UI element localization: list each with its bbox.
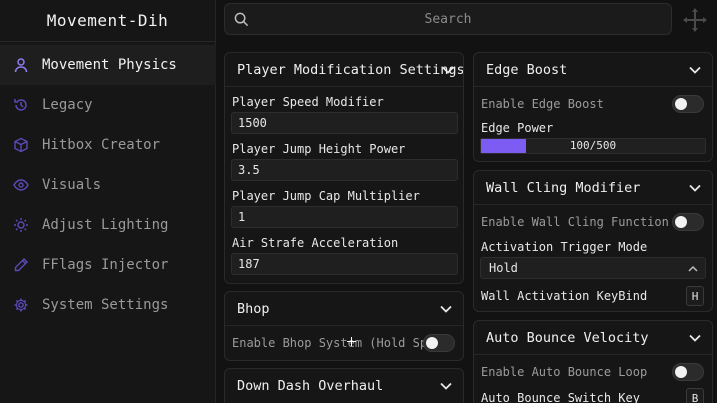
chevron-down-icon[interactable] (441, 63, 455, 81)
bhop-toggle[interactable] (423, 334, 455, 352)
field-label: Edge Power (481, 121, 554, 135)
chevron-up-icon (687, 263, 699, 278)
sidebar-item-movement-physics[interactable]: Movement Physics (0, 45, 216, 85)
chevron-down-icon[interactable] (439, 379, 453, 397)
app-title: Movement-Dih (0, 0, 215, 42)
sidebar-item-fflags-injector[interactable]: FFlags Injector (0, 245, 216, 285)
auto-bounce-panel: Auto Bounce Velocity Enable Auto Bounce … (473, 320, 713, 403)
search-input[interactable] (225, 4, 671, 34)
sidebar-item-system-settings[interactable]: System Settings (0, 285, 216, 325)
chevron-down-icon[interactable] (688, 181, 702, 199)
sidebar-item-adjust-lighting[interactable]: Adjust Lighting (0, 205, 216, 245)
field-label: Player Speed Modifier (232, 95, 384, 109)
panel-title: Down Dash Overhaul (237, 378, 384, 394)
sidebar-item-label: Movement Physics (42, 57, 177, 73)
jump-height-input[interactable]: 3.5 (231, 159, 458, 181)
history-icon (12, 96, 30, 114)
sidebar-item-label: Legacy (42, 97, 93, 113)
player-speed-input[interactable]: 1500 (231, 112, 458, 134)
edge-power-slider[interactable]: 100/500 (480, 138, 706, 154)
toggle-knob (426, 337, 438, 349)
sidebar: Movement-Dih Movement Physics Legacy Hit… (0, 0, 216, 403)
player-modification-header[interactable]: Player Modification Settings (225, 53, 463, 87)
trigger-mode-select[interactable]: Hold (480, 257, 706, 279)
toggle-label: Enable Auto Bounce Loop (481, 365, 648, 379)
down-dash-header[interactable]: Down Dash Overhaul (225, 369, 463, 403)
jump-cap-input[interactable]: 1 (231, 206, 458, 228)
wall-cling-panel: Wall Cling Modifier Enable Wall Cling Fu… (473, 170, 713, 312)
field-label: Auto Bounce Switch Key (481, 391, 640, 403)
sidebar-item-label: Adjust Lighting (42, 217, 169, 233)
panel-title: Player Modification Settings (237, 61, 463, 78)
field-label: Activation Trigger Mode (481, 240, 648, 254)
wall-keybind-button[interactable]: H (686, 286, 704, 306)
sidebar-item-legacy[interactable]: Legacy (0, 85, 216, 125)
search-icon (234, 12, 249, 31)
cube-icon (12, 136, 30, 154)
bhop-panel: Bhop Enable Bhop System (Hold Space) (224, 291, 464, 361)
eye-icon (12, 176, 30, 194)
down-dash-panel: Down Dash Overhaul (224, 368, 464, 403)
sidebar-item-label: Hitbox Creator (42, 137, 161, 153)
select-value: Hold (489, 261, 518, 275)
chevron-down-icon[interactable] (688, 63, 702, 81)
field-label: Player Jump Cap Multiplier (232, 189, 420, 203)
panel-title: Bhop (237, 300, 270, 317)
toggle-label: Enable Edge Boost (481, 97, 604, 111)
person-icon (12, 56, 30, 74)
wall-cling-header[interactable]: Wall Cling Modifier (474, 171, 712, 205)
sidebar-item-label: Visuals (42, 177, 102, 193)
sidebar-item-visuals[interactable]: Visuals (0, 165, 216, 205)
move-icon[interactable] (682, 7, 708, 37)
search-bar[interactable] (224, 3, 672, 35)
panel-title: Edge Boost (486, 61, 568, 78)
chevron-down-icon[interactable] (439, 302, 453, 320)
auto-bounce-toggle[interactable] (672, 363, 704, 381)
edge-boost-toggle[interactable] (672, 95, 704, 113)
edge-boost-header[interactable]: Edge Boost (474, 53, 712, 87)
toggle-knob (675, 216, 687, 228)
edge-boost-panel: Edge Boost Enable Edge Boost Edge Power … (473, 52, 713, 162)
crosshair-cursor-icon (347, 337, 356, 346)
panel-title: Auto Bounce Velocity (486, 329, 649, 346)
chevron-down-icon[interactable] (688, 331, 702, 349)
gear-icon (12, 296, 30, 314)
toggle-label: Enable Wall Cling Function (481, 215, 669, 229)
sun-icon (12, 216, 30, 234)
wall-cling-toggle[interactable] (672, 213, 704, 231)
field-label: Air Strafe Acceleration (232, 236, 399, 250)
auto-bounce-header[interactable]: Auto Bounce Velocity (474, 321, 712, 355)
player-modification-panel: Player Modification Settings Player Spee… (224, 52, 464, 284)
toggle-knob (675, 98, 687, 110)
pen-icon (12, 256, 30, 274)
field-label: Wall Activation KeyBind (481, 289, 648, 303)
bhop-header[interactable]: Bhop (225, 292, 463, 326)
field-label: Player Jump Height Power (232, 142, 406, 156)
air-strafe-input[interactable]: 187 (231, 253, 458, 275)
toggle-knob (675, 366, 687, 378)
sidebar-item-label: System Settings (42, 297, 169, 313)
slider-value: 100/500 (569, 139, 617, 152)
sidebar-item-label: FFlags Injector (42, 257, 169, 273)
auto-bounce-keybind-button[interactable]: B (686, 388, 704, 403)
panel-title: Wall Cling Modifier (486, 179, 641, 196)
sidebar-item-hitbox-creator[interactable]: Hitbox Creator (0, 125, 216, 165)
